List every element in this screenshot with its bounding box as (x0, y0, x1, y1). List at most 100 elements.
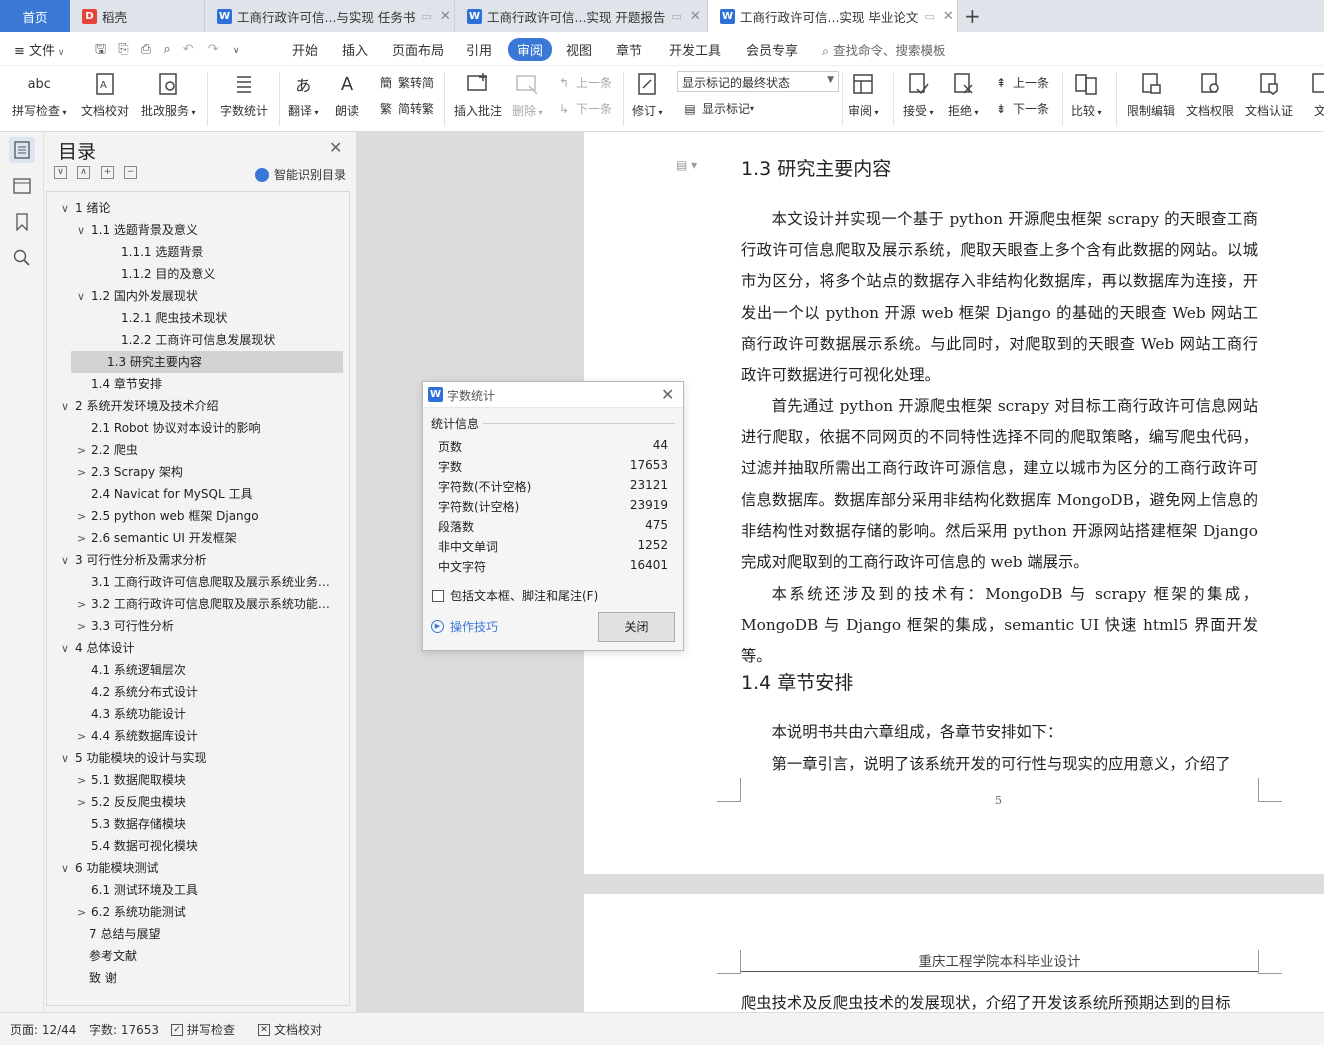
save-icon[interactable]: 🖫 (95, 42, 106, 57)
chevron-right-icon[interactable]: > (77, 726, 91, 747)
toc-item[interactable]: ∨ 1.2 国内外发展现状 (47, 285, 349, 307)
markup-state-select[interactable]: 显示标记的最终状态 ▼ (677, 71, 839, 92)
tab-doc-task[interactable]: W 工商行政许可信...与实现 任务书 ▭ ✕ (205, 0, 455, 32)
smart-toc-button[interactable]: 智能识别目录 (255, 166, 346, 183)
reject-button[interactable]: 拒绝 ▾ (948, 70, 979, 119)
trad-to-simp-button[interactable]: 簡繁转简 (378, 74, 434, 91)
checkbox[interactable] (432, 589, 444, 602)
document-page[interactable]: ▤ ▾ 1.3 研究主要内容 本文设计并实现一个基于 python 开源爬虫框架… (584, 132, 1324, 874)
toc-item[interactable]: >5.1 数据爬取模块 (47, 769, 349, 791)
toc-item[interactable]: 致 谢 (47, 967, 349, 989)
toc-item[interactable]: 1.4 章节安排 (47, 373, 349, 395)
correction-service-button[interactable]: 批改服务 ▾ (141, 70, 196, 119)
word-count-indicator[interactable]: 字数: 17653 (89, 1021, 159, 1038)
close-button[interactable]: 关闭 (598, 612, 675, 642)
customize-icon[interactable]: ∨ (233, 46, 240, 56)
remove-heading-icon[interactable]: − (124, 166, 137, 179)
page-indicator[interactable]: 页面: 12/44 (10, 1021, 76, 1038)
prev-change-button[interactable]: ⇞ 上一条 (993, 74, 1049, 91)
toc-item[interactable]: ∨ 5 功能模块的设计与实现 (47, 747, 349, 769)
menu-view[interactable]: 视图 (566, 40, 592, 59)
search-icon[interactable] (9, 245, 35, 271)
doc-options-icon[interactable]: ▤ ▾ (676, 158, 697, 172)
close-icon[interactable]: ✕ (943, 9, 954, 24)
toc-item[interactable]: 2.4 Navicat for MySQL 工具 (47, 483, 349, 505)
chevron-right-icon[interactable]: > (77, 616, 91, 637)
review-pane-button[interactable]: 审阅 ▾ (848, 70, 879, 119)
bookmark-icon[interactable] (9, 209, 35, 235)
close-icon[interactable]: ✕ (690, 9, 701, 24)
close-icon[interactable]: ✕ (329, 138, 342, 157)
chevron-right-icon[interactable]: > (77, 792, 91, 813)
tab-home[interactable]: 首页 (0, 0, 70, 32)
word-count-button[interactable]: 字数统计 (220, 70, 268, 119)
toc-panel-icon[interactable] (9, 137, 35, 163)
toc-item[interactable]: >6.2 系统功能测试 (47, 901, 349, 923)
doc-auth-button[interactable]: 文档认证 (1245, 70, 1293, 119)
toc-item[interactable]: ∨ 3 可行性分析及需求分析 (47, 549, 349, 571)
tab-daoke[interactable]: D 稻壳 (70, 0, 205, 32)
menu-insert[interactable]: 插入 (342, 40, 368, 59)
chevron-down-icon[interactable]: ∨ (77, 286, 91, 307)
chevron-right-icon[interactable]: > (77, 440, 91, 461)
chevron-right-icon[interactable]: > (77, 902, 91, 923)
chevron-down-icon[interactable]: ∨ (77, 220, 91, 241)
doc-proof-button[interactable]: A 文档校对 (81, 70, 129, 119)
pin-icon[interactable]: ▭ (924, 10, 934, 23)
toc-item[interactable]: 5.4 数据可视化模块 (47, 835, 349, 857)
include-textbox-checkbox[interactable]: 包括文本框、脚注和尾注(F) (432, 587, 598, 604)
toc-item[interactable]: >2.6 semantic UI 开发框架 (47, 527, 349, 549)
chevron-down-icon[interactable]: ∨ (61, 858, 75, 879)
spell-check-button[interactable]: abc 拼写检查 ▾ (12, 70, 67, 119)
chevron-down-icon[interactable]: ∨ (61, 638, 75, 659)
toc-item[interactable]: 参考文献 (47, 945, 349, 967)
toc-item[interactable]: 2.1 Robot 协议对本设计的影响 (47, 417, 349, 439)
chevron-down-icon[interactable]: ∨ (61, 198, 75, 219)
chevron-down-icon[interactable]: ∨ (61, 396, 75, 417)
toc-item[interactable]: 3.1 工商行政许可信息爬取及展示系统业务… (47, 571, 349, 593)
dialog-titlebar[interactable]: W 字数统计 ✕ (423, 382, 683, 408)
toc-item[interactable]: ∨ 1.1 选题背景及意义 (47, 219, 349, 241)
accept-button[interactable]: 接受 ▾ (903, 70, 934, 119)
menu-section[interactable]: 章节 (616, 40, 642, 59)
file-menu[interactable]: ≡ 文件 ∨ (14, 40, 65, 59)
pin-icon[interactable]: ▭ (671, 10, 681, 23)
toc-item[interactable]: >3.3 可行性分析 (47, 615, 349, 637)
toc-item[interactable]: >2.2 爬虫 (47, 439, 349, 461)
toc-item[interactable]: 7 总结与展望 (47, 923, 349, 945)
menu-start[interactable]: 开始 (292, 40, 318, 59)
toc-item[interactable]: 1.1.2 目的及意义 (47, 263, 349, 285)
doc-more-button[interactable]: 文 (1306, 70, 1324, 119)
next-comment-button[interactable]: ↳ 下一条 (556, 100, 612, 117)
toc-item[interactable]: >5.2 反反爬虫模块 (47, 791, 349, 813)
document-page[interactable]: 重庆工程学院本科毕业设计 爬虫技术及反爬虫技术的发展现状，介绍了开发该系统所预期… (584, 894, 1324, 1012)
collapse-all-icon[interactable]: ∨ (54, 166, 67, 179)
toc-item[interactable]: 1.1.1 选题背景 (47, 241, 349, 263)
doc-permission-button[interactable]: 文档权限 (1186, 70, 1234, 119)
show-markup-button[interactable]: ▤ 显示标记 ▾ (682, 100, 754, 117)
add-heading-icon[interactable]: + (101, 166, 114, 179)
menu-member[interactable]: 会员专享 (746, 40, 798, 59)
chevron-right-icon[interactable]: > (77, 770, 91, 791)
new-tab-button[interactable]: + (964, 4, 981, 28)
menu-review[interactable]: 审阅 (508, 38, 553, 61)
toc-item[interactable]: ∨ 6 功能模块测试 (47, 857, 349, 879)
preview-icon[interactable]: ⌕ (163, 42, 170, 57)
revise-button[interactable]: 修订 ▾ (632, 70, 663, 119)
toc-item[interactable]: >2.3 Scrapy 架构 (47, 461, 349, 483)
toc-item[interactable]: 1.3 研究主要内容 (71, 351, 343, 373)
tab-doc-proposal[interactable]: W 工商行政许可信...实现 开题报告 ▭ ✕ (455, 0, 708, 32)
toc-item[interactable]: ∨ 1 绪论 (47, 197, 349, 219)
translate-button[interactable]: あ 翻译 ▾ (288, 70, 319, 119)
next-change-button[interactable]: ⇟ 下一条 (993, 100, 1049, 117)
toc-item[interactable]: 4.2 系统分布式设计 (47, 681, 349, 703)
toc-item[interactable]: 6.1 测试环境及工具 (47, 879, 349, 901)
toc-item[interactable]: ∨ 4 总体设计 (47, 637, 349, 659)
chevron-right-icon[interactable]: > (77, 506, 91, 527)
chevron-right-icon[interactable]: > (77, 528, 91, 549)
doc-proof-status[interactable]: ✕ 文档校对 (258, 1021, 322, 1038)
compare-button[interactable]: 比较 ▾ (1071, 70, 1102, 119)
toc-item[interactable]: >3.2 工商行政许可信息爬取及展示系统功能… (47, 593, 349, 615)
toc-item[interactable]: ∨ 2 系统开发环境及技术介绍 (47, 395, 349, 417)
toc-item[interactable]: 1.2.2 工商许可信息发展现状 (47, 329, 349, 351)
